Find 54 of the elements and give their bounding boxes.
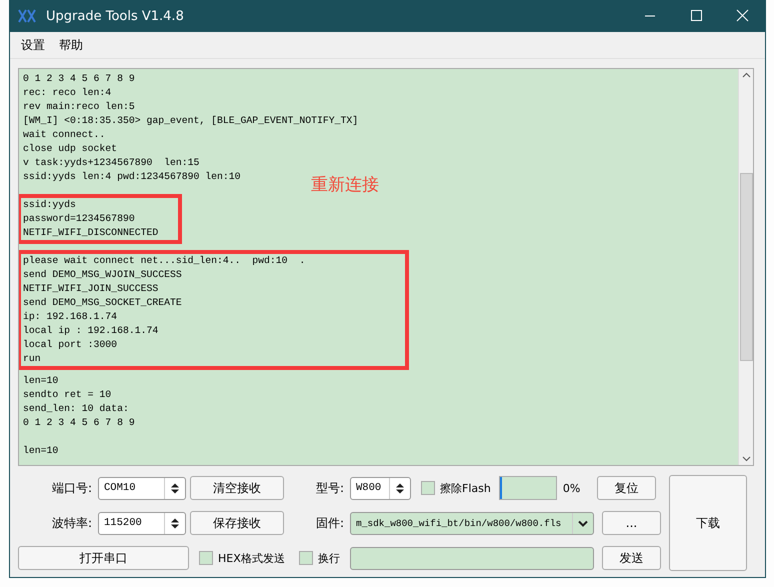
reset-button[interactable]: 复位 [596, 476, 656, 500]
checkbox[interactable] [298, 551, 313, 565]
progress-reading: 0% [562, 482, 582, 494]
field-label: 型号: [314, 480, 345, 496]
port-select[interactable]: COM10 [98, 476, 186, 500]
send-button[interactable]: 发送 [602, 546, 661, 570]
log-line: NETIF_WIFI_JOIN_SUCCESS [23, 282, 158, 296]
log-line: local ip : 192.168.1.74 [23, 324, 158, 338]
log-line: send_len: 10 data: [23, 402, 129, 416]
log-line: wait connect.. [23, 128, 106, 142]
download-button[interactable]: 下载 [669, 475, 747, 571]
field-label: 固件: [314, 514, 345, 532]
log-line: please wait connect net...sid_len:4.. pwd:10 . [23, 254, 306, 268]
open-port-button[interactable]: 打开串口 [18, 546, 189, 570]
log-line: len=10 [23, 374, 58, 388]
log-line: close udp socket [23, 142, 118, 156]
log-line: [WM_I] <0:18:35.350> gap_event, [BLE_GAP_EVENT_NOTIFY_TX] [23, 114, 358, 128]
log-line: NETIF_WIFI_DISCONNECTED [23, 226, 158, 240]
checkbox[interactable] [199, 551, 213, 565]
log-line: ip: 192.168.1.74 [23, 310, 118, 324]
model-select[interactable]: W800 [350, 476, 411, 500]
window-title: Upgrade Tools V1.4.8 [46, 8, 185, 24]
log-line: sendto ret = 10 [23, 388, 112, 402]
checkbox-label: 换行 [318, 550, 340, 566]
annotation-text: 重新连接 [311, 174, 379, 196]
checkbox-label: 擦除Flash [440, 480, 491, 496]
log-line: rec: reco len:4 [23, 86, 112, 100]
scroll-thumb[interactable] [740, 173, 752, 361]
baud-select[interactable]: 115200 [98, 512, 186, 534]
field-label: 端口号: [50, 480, 93, 496]
log-line: run [23, 352, 41, 366]
log-line: send DEMO_MSG_WJOIN_SUCCESS [23, 268, 182, 282]
checkbox-label: HEX格式发送 [218, 550, 285, 566]
log-line: v task:yyds+1234567890 len:15 [23, 156, 200, 170]
menu-item[interactable]: 设置 [18, 34, 48, 56]
log-line: ssid:yyds [23, 198, 76, 212]
log-line: len=10 [23, 444, 58, 458]
log-line: 0 1 2 3 4 5 6 7 8 9 [23, 72, 135, 86]
firmware-select[interactable]: m_sdk_w800_wifi_bt/bin/w800/w800.fls [350, 512, 594, 534]
send-input-field[interactable] [350, 546, 594, 570]
log-line: 0 1 2 3 4 5 6 7 8 9 [23, 416, 135, 430]
log-line: password=1234567890 [23, 212, 135, 226]
browse-button[interactable]: ... [602, 511, 661, 535]
app-logo-icon [18, 8, 36, 24]
scrollbar[interactable] [738, 69, 753, 465]
log-line: local port :3000 [23, 338, 118, 352]
log-line: send DEMO_MSG_SOCKET_CREATE [23, 296, 182, 310]
log-line: rev main:reco len:5 [23, 100, 135, 114]
save-button[interactable]: 保存接收 [190, 511, 284, 535]
field-label: 波特率: [50, 514, 93, 532]
clear-button[interactable]: 清空接收 [190, 476, 284, 500]
checkbox[interactable] [421, 481, 435, 495]
log-line: ssid:yyds len:4 pwd:1234567890 len:10 [23, 170, 241, 184]
menu-item[interactable]: 帮助 [56, 34, 86, 56]
